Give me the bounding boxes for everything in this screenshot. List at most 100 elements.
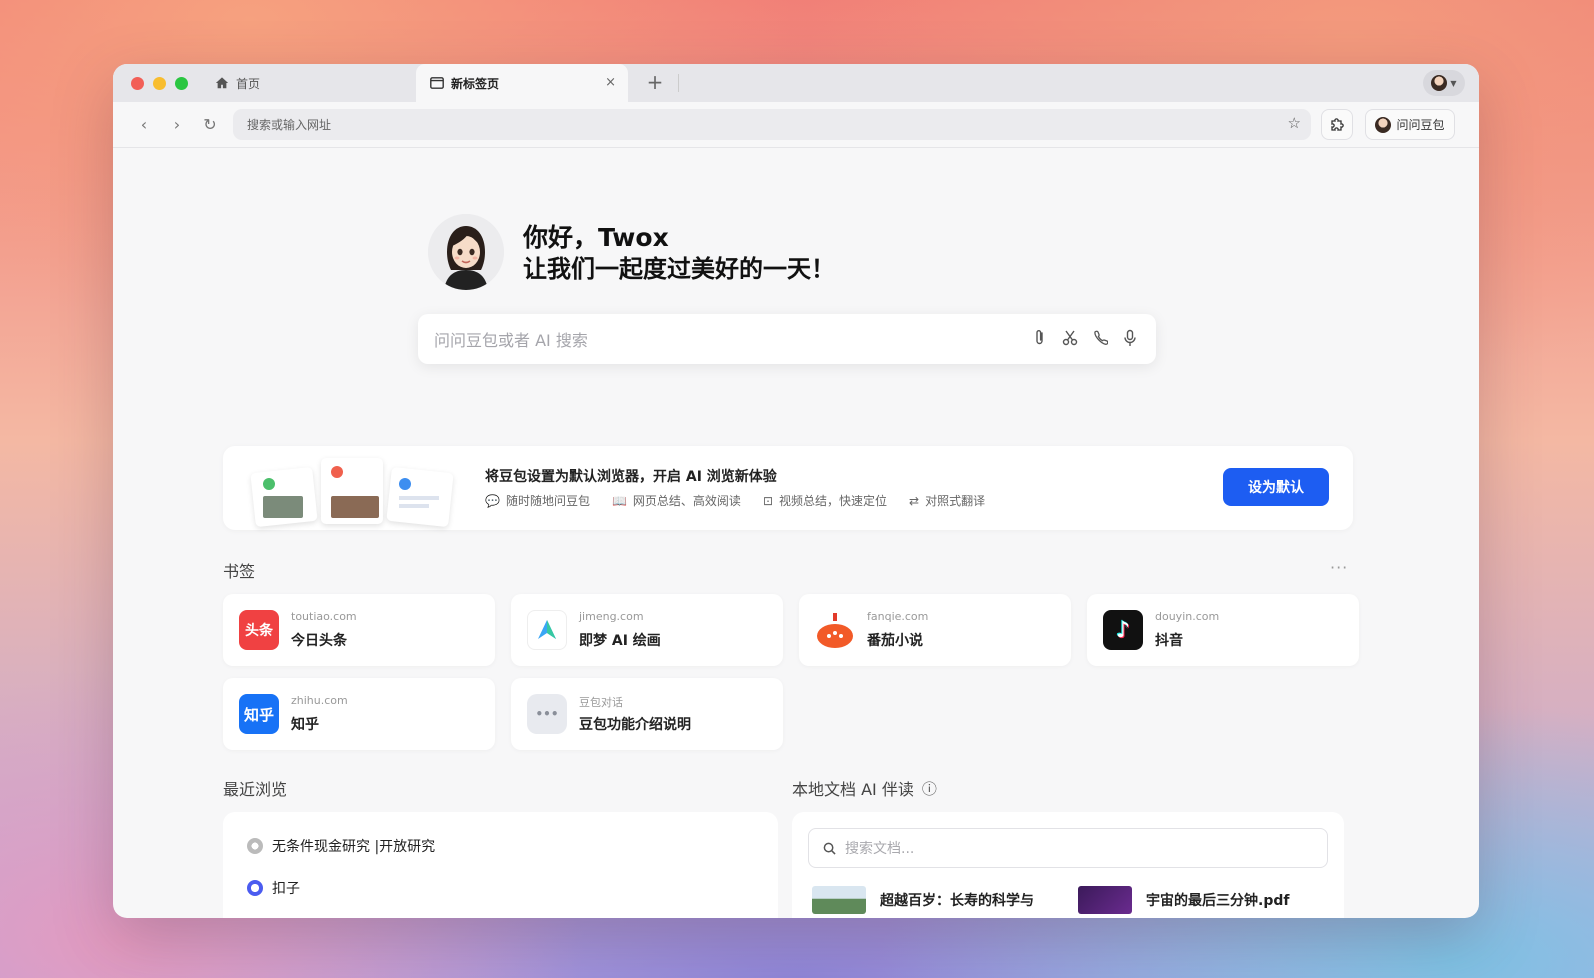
set-default-button[interactable]: 设为默认 [1223,468,1329,506]
bookmark-name: 即梦 AI 绘画 [579,633,661,649]
docs-title-label: 本地文档 AI 伴读 [792,780,914,799]
bookmark-fanqie[interactable]: fanqie.com 番茄小说 [799,594,1071,666]
scissors-icon[interactable] [1062,329,1078,347]
globe-icon [247,838,263,854]
video-icon: ⊡ [762,493,773,508]
ai-search-input[interactable]: 问问豆包或者 AI 搜索 [418,314,1156,364]
new-tab-button[interactable]: + [643,71,667,95]
bookmark-domain: toutiao.com [291,610,357,623]
greeting-subtitle: 让我们一起度过美好的一天！ [523,255,835,283]
jimeng-logo-icon [527,610,567,650]
ask-doubao-button[interactable]: 问问豆包 [1365,109,1455,140]
back-button[interactable]: ‹ [133,114,155,136]
tab-strip: 首页 新标签页 × + ▼ [113,64,1479,102]
feature-label: 视频总结，快速定位 [779,494,888,508]
docs-title: 本地文档 AI 伴读 ⓘ [792,776,937,800]
bookmark-jimeng[interactable]: jimeng.com 即梦 AI 绘画 [511,594,783,666]
bookmark-name: 知乎 [291,717,319,733]
avatar [1431,75,1448,91]
feature-label: 网页总结、高效阅读 [632,494,741,508]
bookmark-domain: zhihu.com [291,694,348,707]
search-actions [1032,329,1138,347]
bookmark-name: 番茄小说 [867,633,923,649]
address-bar[interactable]: 搜索或输入网址 ☆ [233,109,1311,140]
bookmark-douyin[interactable]: ♪ douyin.com 抖音 [1087,594,1359,666]
ask-doubao-label: 问问豆包 [1396,118,1445,132]
feature-item: 📖 网页总结、高效阅读 [612,492,741,509]
docs-search-placeholder: 搜索文档... [845,841,915,857]
zhihu-logo-icon: 知乎 [239,694,279,734]
list-item[interactable]: 超越百岁：长寿的科学与 [812,886,1034,914]
toolbar: ‹ › ↻ 搜索或输入网址 ☆ 问问豆包 [113,102,1479,148]
doubao-avatar-icon [1375,116,1392,133]
doc-item-label: 宇宙的最后三分钟.pdf [1146,893,1290,909]
paperclip-icon[interactable] [1032,329,1048,347]
extensions-button[interactable] [1321,109,1353,140]
info-icon[interactable]: ⓘ [922,778,937,799]
bookmark-name: 今日头条 [291,633,347,649]
close-window-button[interactable] [131,77,144,90]
bookmark-star-icon[interactable]: ☆ [1288,114,1301,132]
chat-bubble-icon: ••• [527,694,567,734]
minimize-window-button[interactable] [153,77,166,90]
tab-home[interactable]: 首页 [205,64,405,102]
bookmark-zhihu[interactable]: 知乎 zhihu.com 知乎 [223,678,495,750]
new-tab-page: 你好，Twox 让我们一起度过美好的一天！ 问问豆包或者 AI 搜索 将豆包设置… [113,148,1479,918]
feature-item: ⇄ 对照式翻译 [909,492,985,509]
list-item[interactable]: 无条件现金研究 |开放研究 [247,836,435,856]
banner-title: 将豆包设置为默认浏览器，开启 AI 浏览新体验 [485,469,777,485]
recent-list: 无条件现金研究 |开放研究 扣子 [223,812,778,918]
bookmark-domain: douyin.com [1155,610,1220,623]
doubao-avatar [428,214,504,290]
feature-label: 随时随地问豆包 [505,494,590,508]
kouzi-logo-icon [247,880,263,896]
home-icon [215,77,229,89]
tab-divider [678,74,679,92]
bookmark-domain: 豆包对话 [579,696,623,709]
fanqie-logo-icon [815,610,855,650]
phone-icon[interactable] [1092,329,1108,347]
default-browser-banner: 将豆包设置为默认浏览器，开启 AI 浏览新体验 💬 随时随地问豆包 📖 网页总结… [223,446,1353,530]
ai-search-placeholder: 问问豆包或者 AI 搜索 [434,331,588,350]
list-item[interactable]: 宇宙的最后三分钟.pdf [1078,886,1289,914]
tab-close-icon[interactable]: × [605,75,616,90]
bookmark-doubao-chat[interactable]: ••• 豆包对话 豆包功能介绍说明 [511,678,783,750]
browser-window: 首页 新标签页 × + ▼ ‹ › ↻ 搜索或输入网址 ☆ 问问豆包 你好，Tw… [113,64,1479,918]
document-thumbnail [812,886,866,914]
chat-bubble-icon: 💬 [485,493,500,508]
feature-item: 💬 随时随地问豆包 [485,492,590,509]
search-icon [823,842,836,855]
doc-item-label: 超越百岁：长寿的科学与 [880,893,1034,909]
recent-title: 最近浏览 [223,780,288,799]
tab-home-label: 首页 [236,76,261,91]
document-thumbnail [1078,886,1132,914]
bookmark-toutiao[interactable]: 头条 toutiao.com 今日头条 [223,594,495,666]
list-item[interactable]: 扣子 [247,878,300,898]
window-controls [131,77,188,90]
tab-new-tab[interactable]: 新标签页 × [416,64,628,102]
address-bar-placeholder: 搜索或输入网址 [247,118,332,132]
microphone-icon[interactable] [1122,329,1138,347]
translate-icon: ⇄ [909,493,920,508]
bookmarks-title: 书签 [223,562,256,581]
profile-menu-button[interactable]: ▼ [1423,70,1465,96]
reload-button[interactable]: ↻ [199,114,221,136]
feature-item: ⊡ 视频总结，快速定位 [763,492,887,509]
forward-button[interactable]: › [166,114,188,136]
banner-features: 💬 随时随地问豆包 📖 网页总结、高效阅读 ⊡ 视频总结，快速定位 ⇄ 对照式翻… [485,492,985,509]
bookmark-domain: jimeng.com [579,610,644,623]
chevron-down-icon: ▼ [1450,78,1457,88]
bookmark-name: 豆包功能介绍说明 [579,717,691,733]
recent-item-label: 无条件现金研究 |开放研究 [272,839,436,855]
douyin-logo-icon: ♪ [1103,610,1143,650]
tab-page-icon [430,77,444,89]
docs-panel: 搜索文档... 超越百岁：长寿的科学与 宇宙的最后三分钟.pdf [792,812,1344,918]
banner-illustration [250,456,454,528]
more-icon[interactable]: ··· [1330,558,1348,577]
bookmark-name: 抖音 [1155,633,1183,649]
zoom-window-button[interactable] [175,77,188,90]
bookmark-domain: fanqie.com [867,610,929,623]
feature-label: 对照式翻译 [925,494,986,508]
book-icon: 📖 [611,493,627,508]
docs-search-input[interactable]: 搜索文档... [808,828,1328,868]
